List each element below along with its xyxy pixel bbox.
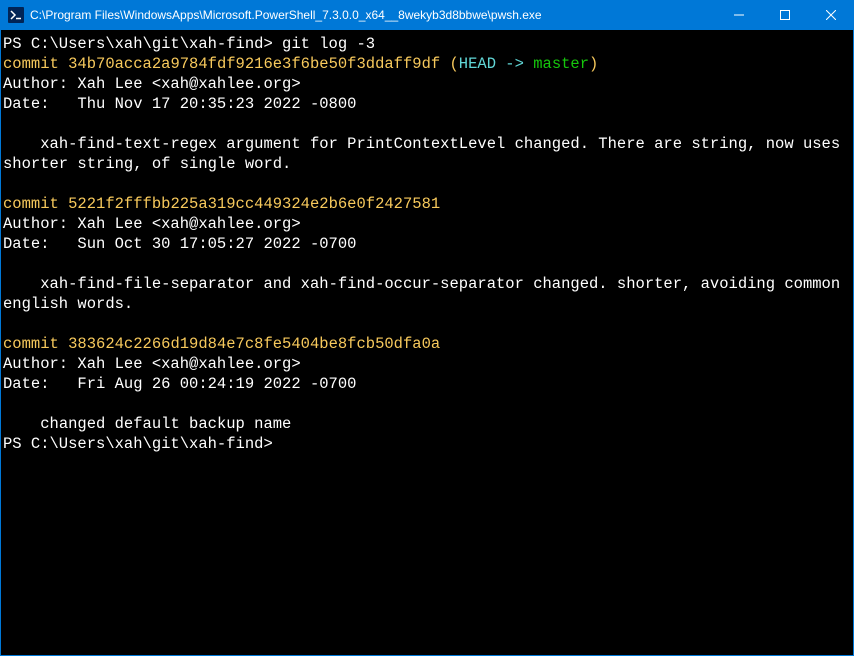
close-button[interactable] (808, 0, 854, 30)
commit-hash: 5221f2fffbb225a319cc449324e2b6e0f2427581 (68, 195, 440, 213)
commit-hash: 383624c2266d19d84e7c8fe5404be8fcb50dfa0a (68, 335, 440, 353)
minimize-button[interactable] (716, 0, 762, 30)
commit-message: changed default backup name (3, 415, 291, 433)
command-text: git log -3 (282, 35, 375, 53)
window-titlebar: C:\Program Files\WindowsApps\Microsoft.P… (0, 0, 854, 30)
ref-close: ) (589, 55, 598, 73)
commit-hash: 34b70acca2a9784fdf9216e3f6be50f3ddaff9df (68, 55, 440, 73)
window-title: C:\Program Files\WindowsApps\Microsoft.P… (30, 8, 716, 22)
commit-message: xah-find-file-separator and xah-find-occ… (3, 275, 849, 313)
prompt-text: PS C:\Users\xah\git\xah-find> (3, 35, 282, 53)
commit-author: Author: Xah Lee <xah@xahlee.org> (3, 75, 301, 93)
powershell-icon (8, 7, 24, 23)
commit-message: xah-find-text-regex argument for PrintCo… (3, 135, 849, 173)
commit-label: commit (3, 195, 68, 213)
commit-author: Author: Xah Lee <xah@xahlee.org> (3, 215, 301, 233)
ref-head: HEAD -> (459, 55, 533, 73)
maximize-button[interactable] (762, 0, 808, 30)
commit-date: Date: Sun Oct 30 17:05:27 2022 -0700 (3, 235, 356, 253)
terminal-output[interactable]: PS C:\Users\xah\git\xah-find> git log -3… (0, 30, 854, 656)
commit-date: Date: Thu Nov 17 20:35:23 2022 -0800 (3, 95, 356, 113)
commit-date: Date: Fri Aug 26 00:24:19 2022 -0700 (3, 375, 356, 393)
ref-branch: master (533, 55, 589, 73)
window-controls (716, 0, 854, 30)
prompt-text: PS C:\Users\xah\git\xah-find> (3, 435, 273, 453)
ref-open: ( (440, 55, 459, 73)
commit-author: Author: Xah Lee <xah@xahlee.org> (3, 355, 301, 373)
commit-label: commit (3, 335, 68, 353)
commit-label: commit (3, 55, 68, 73)
